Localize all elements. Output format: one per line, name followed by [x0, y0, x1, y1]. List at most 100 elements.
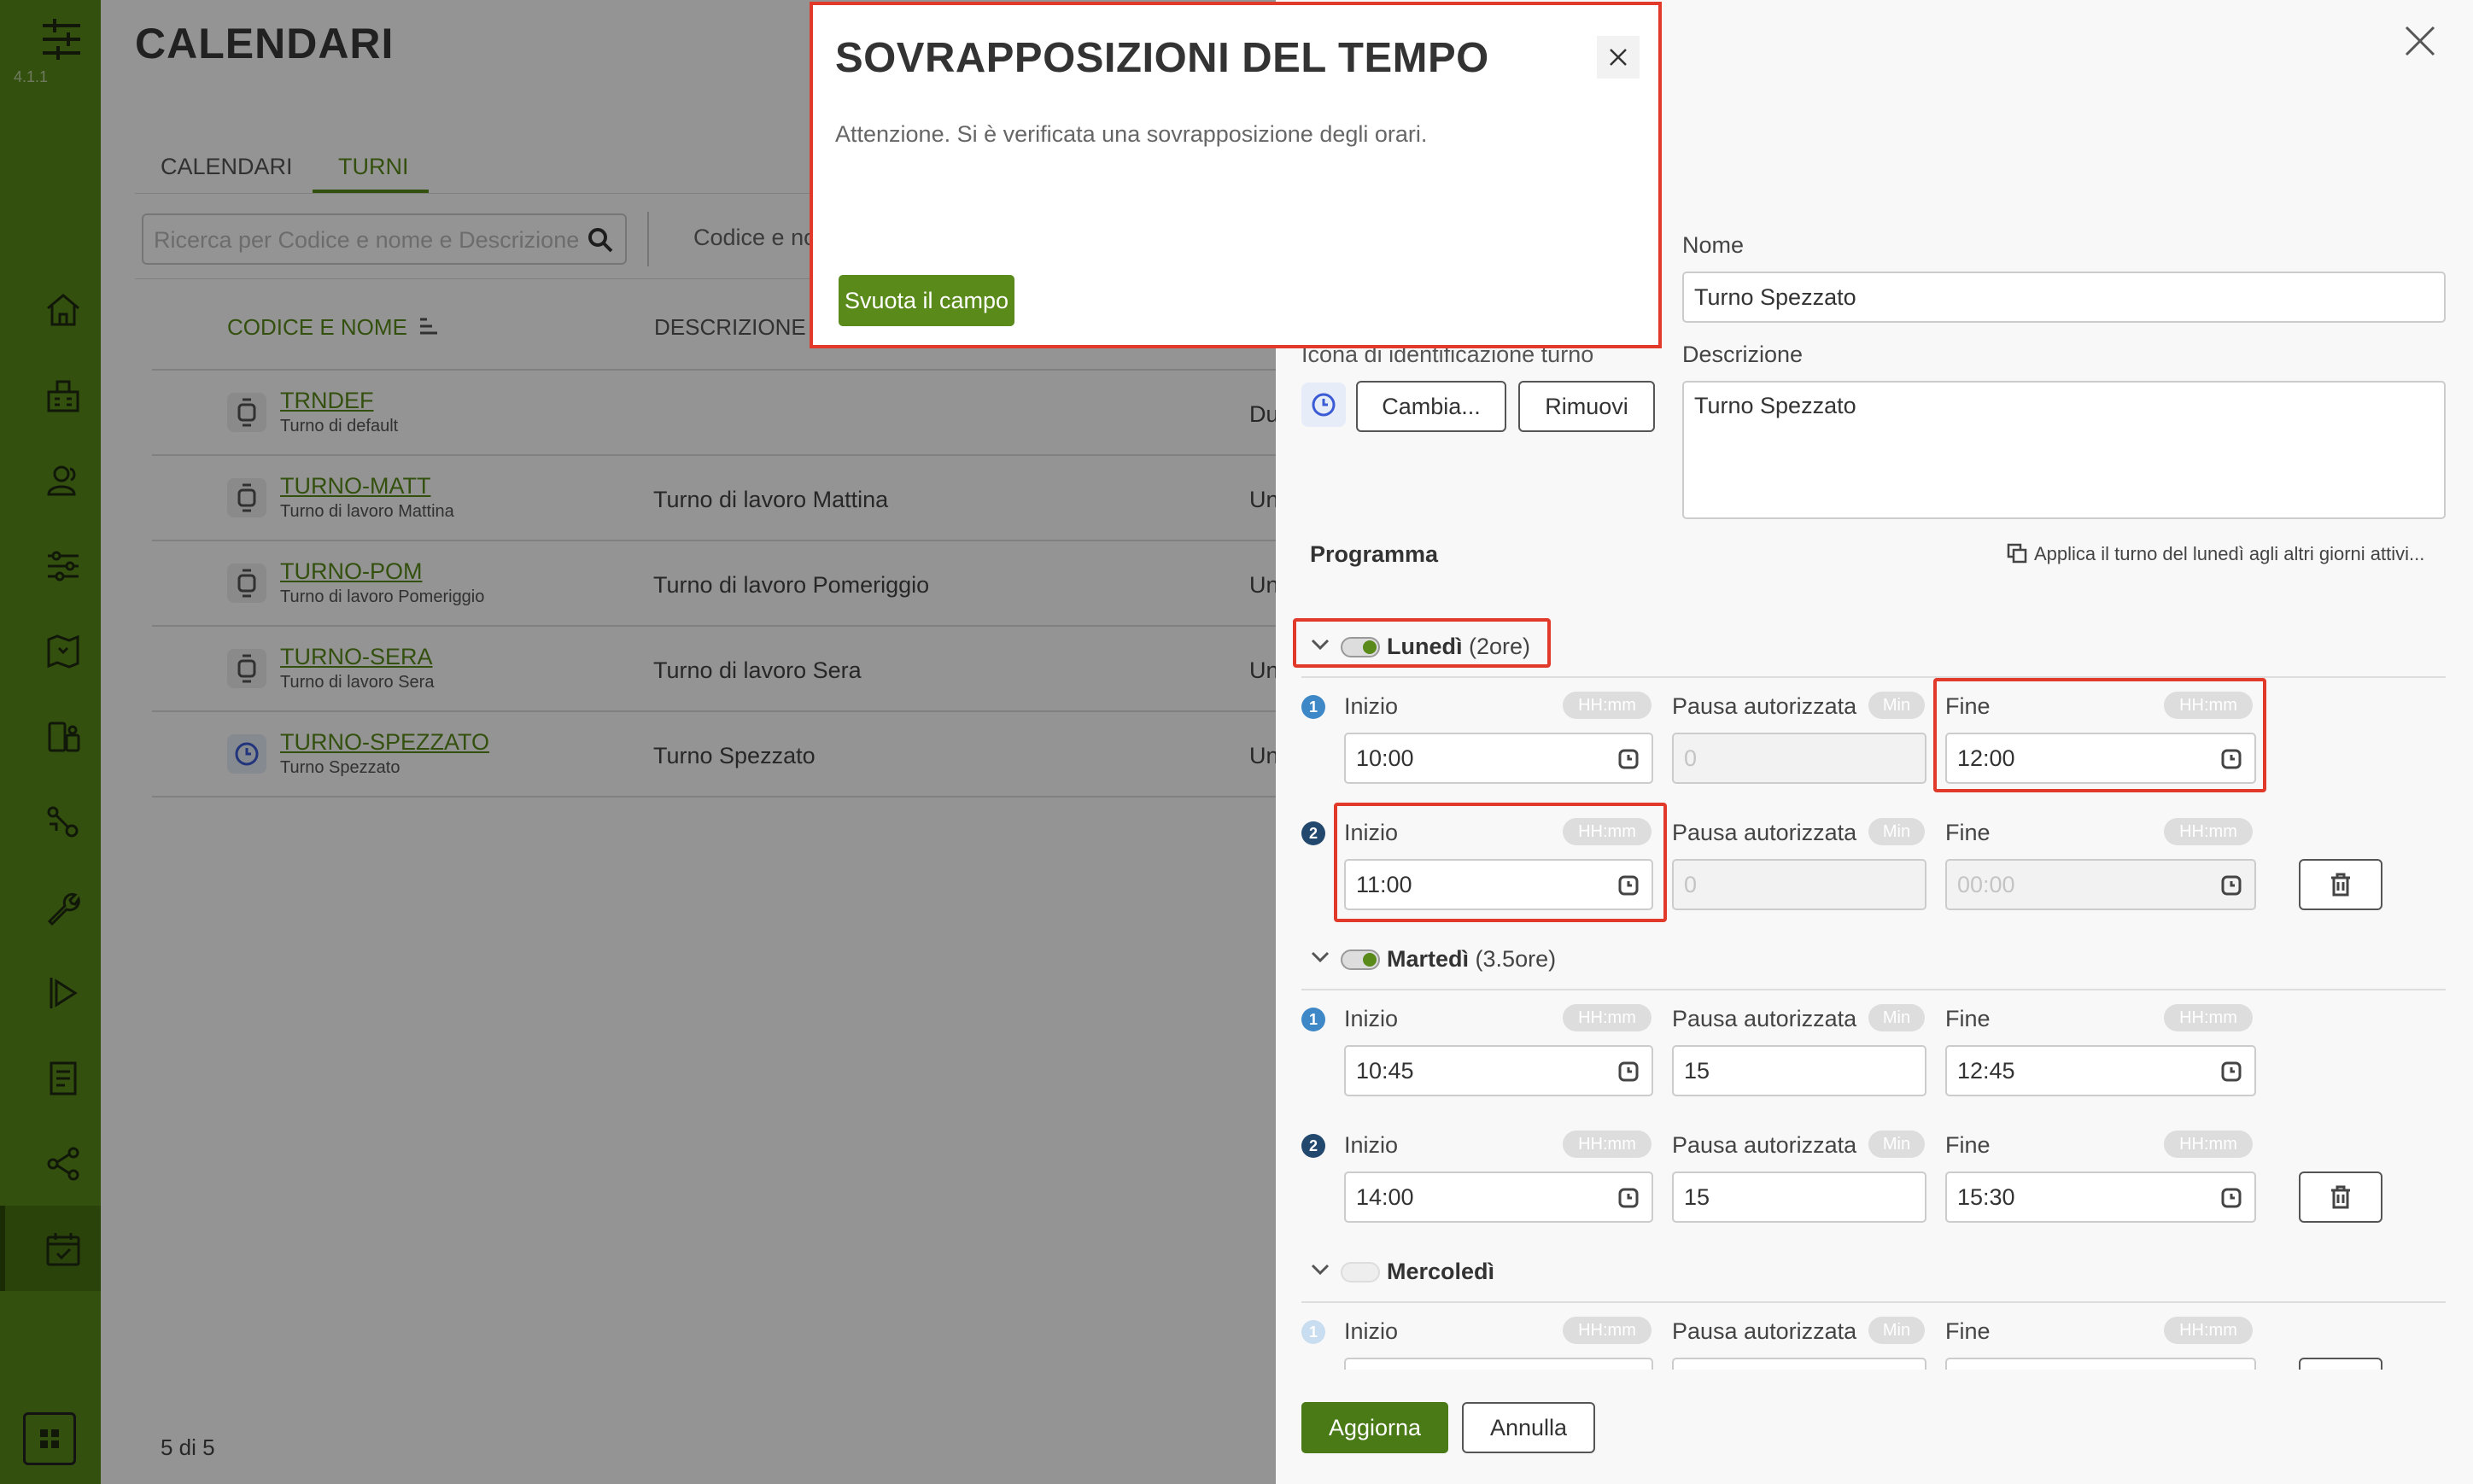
- inizio-input[interactable]: 10:45: [1344, 1045, 1653, 1096]
- clock-icon[interactable]: [1617, 1059, 1640, 1084]
- inizio-label: Inizio: [1344, 820, 1399, 845]
- shift-clock-icon: [1301, 383, 1346, 427]
- pausa-label: Pausa autorizzata: [1672, 820, 1857, 845]
- copy-icon: [2007, 543, 2027, 564]
- inizio-label: Inizio: [1344, 1006, 1399, 1031]
- time-overlap-dialog: SOVRAPPOSIZIONI DEL TEMPO Attenzione. Si…: [810, 2, 1662, 348]
- fine-label: Fine: [1945, 820, 1991, 845]
- day-hours: (2ore): [1469, 634, 1531, 659]
- format-badge: HH:mm: [2164, 1317, 2253, 1344]
- descrizione-label: Descrizione: [1682, 342, 1804, 367]
- trash-icon: [2331, 873, 2350, 897]
- min-badge: Min: [1868, 1131, 1925, 1158]
- min-badge: Min: [1868, 1317, 1925, 1344]
- nome-input[interactable]: Turno Spezzato: [1682, 272, 2446, 323]
- day-hours: (3.5ore): [1475, 946, 1557, 972]
- fine-input[interactable]: 15:30: [1945, 1171, 2256, 1223]
- format-badge: HH:mm: [1563, 1317, 1652, 1344]
- day-name: Lunedì: [1387, 634, 1463, 659]
- day-divider: [1301, 676, 2446, 678]
- chevron-down-icon[interactable]: [1310, 1262, 1330, 1277]
- format-badge: HH:mm: [1563, 818, 1652, 845]
- clock-icon[interactable]: [1617, 1185, 1640, 1211]
- rimuovi-button[interactable]: Rimuovi: [1518, 381, 1655, 432]
- day-name: Mercoledì: [1387, 1259, 1495, 1284]
- clock-icon[interactable]: [2220, 873, 2242, 898]
- pausa-input[interactable]: 0: [1672, 859, 1926, 910]
- inizio-input[interactable]: 10:00: [1344, 733, 1653, 784]
- fine-label: Fine: [1945, 693, 1991, 719]
- slot-number-badge: 1: [1301, 1320, 1325, 1344]
- pausa-label: Pausa autorizzata: [1672, 1318, 1857, 1344]
- day-name: Martedì: [1387, 946, 1470, 972]
- day-divider: [1301, 1301, 2446, 1303]
- delete-slot-button[interactable]: [2299, 1358, 2382, 1370]
- clock-icon[interactable]: [1617, 873, 1640, 898]
- trash-icon: [2331, 1185, 2350, 1209]
- annulla-button[interactable]: Annulla: [1462, 1402, 1595, 1453]
- format-badge: HH:mm: [2164, 1004, 2253, 1031]
- apply-monday-link[interactable]: Applica il turno del lunedì agli altri g…: [2034, 543, 2424, 565]
- day-title: Lunedì (2ore): [1387, 634, 1530, 660]
- pausa-input[interactable]: [1672, 1358, 1926, 1370]
- fine-input[interactable]: 12:45: [1945, 1045, 2256, 1096]
- pausa-label: Pausa autorizzata: [1672, 1006, 1857, 1031]
- slot-number-badge: 2: [1301, 1134, 1325, 1158]
- pausa-input[interactable]: 15: [1672, 1045, 1926, 1096]
- min-badge: Min: [1868, 818, 1925, 845]
- slot-number-badge: 1: [1301, 695, 1325, 719]
- format-badge: HH:mm: [2164, 818, 2253, 845]
- day-toggle[interactable]: [1341, 949, 1380, 970]
- min-badge: Min: [1868, 692, 1925, 719]
- fine-input[interactable]: [1945, 1358, 2256, 1370]
- fine-input[interactable]: 00:00: [1945, 859, 2256, 910]
- day-title: Mercoledì: [1387, 1259, 1494, 1285]
- day-title: Martedì (3.5ore): [1387, 946, 1556, 973]
- format-badge: HH:mm: [2164, 692, 2253, 719]
- mercoledi-slots-clip: 1 Inizio HH:mm Pausa autorizzata Min Fin…: [1276, 1306, 2473, 1370]
- fine-label: Fine: [1945, 1132, 1991, 1158]
- dialog-message: Attenzione. Si è verificata una sovrappo…: [835, 121, 1428, 147]
- inizio-label: Inizio: [1344, 693, 1399, 719]
- day-toggle[interactable]: [1341, 1262, 1380, 1282]
- aggiorna-button[interactable]: Aggiorna: [1301, 1402, 1448, 1453]
- fine-label: Fine: [1945, 1006, 1991, 1031]
- pausa-input[interactable]: 15: [1672, 1171, 1926, 1223]
- slot-number-badge: 1: [1301, 1008, 1325, 1031]
- clock-icon[interactable]: [1617, 746, 1640, 772]
- slot-number-badge: 2: [1301, 821, 1325, 845]
- clock-icon[interactable]: [2220, 1185, 2242, 1211]
- inizio-label: Inizio: [1344, 1318, 1399, 1344]
- min-badge: Min: [1868, 1004, 1925, 1031]
- delete-slot-button[interactable]: [2299, 1171, 2382, 1223]
- close-icon: [1610, 49, 1627, 66]
- day-divider: [1301, 989, 2446, 990]
- format-badge: HH:mm: [1563, 1131, 1652, 1158]
- dialog-close-button[interactable]: [1597, 36, 1640, 79]
- descrizione-textarea[interactable]: Turno Spezzato: [1682, 381, 2446, 519]
- programma-heading: Programma: [1310, 541, 1439, 567]
- inizio-input[interactable]: [1344, 1358, 1653, 1370]
- clock-icon[interactable]: [2220, 1059, 2242, 1084]
- format-badge: HH:mm: [1563, 1004, 1652, 1031]
- cambia-button[interactable]: Cambia...: [1356, 381, 1506, 432]
- inizio-input[interactable]: 14:00: [1344, 1171, 1653, 1223]
- delete-slot-button[interactable]: [2299, 859, 2382, 910]
- nome-label: Nome: [1682, 232, 1745, 258]
- fine-input[interactable]: 12:00: [1945, 733, 2256, 784]
- inizio-label: Inizio: [1344, 1132, 1399, 1158]
- inizio-input[interactable]: 11:00: [1344, 859, 1653, 910]
- day-toggle[interactable]: [1341, 637, 1380, 657]
- clock-icon[interactable]: [2220, 746, 2242, 772]
- pausa-label: Pausa autorizzata: [1672, 693, 1857, 719]
- chevron-down-icon[interactable]: [1310, 637, 1330, 652]
- fine-label: Fine: [1945, 1318, 1991, 1344]
- pausa-input[interactable]: 0: [1672, 733, 1926, 784]
- svuota-button[interactable]: Svuota il campo: [839, 275, 1014, 326]
- close-icon[interactable]: [2403, 24, 2437, 58]
- format-badge: HH:mm: [2164, 1131, 2253, 1158]
- pausa-label: Pausa autorizzata: [1672, 1132, 1857, 1158]
- chevron-down-icon[interactable]: [1310, 949, 1330, 965]
- format-badge: HH:mm: [1563, 692, 1652, 719]
- dialog-title: SOVRAPPOSIZIONI DEL TEMPO: [835, 35, 1489, 81]
